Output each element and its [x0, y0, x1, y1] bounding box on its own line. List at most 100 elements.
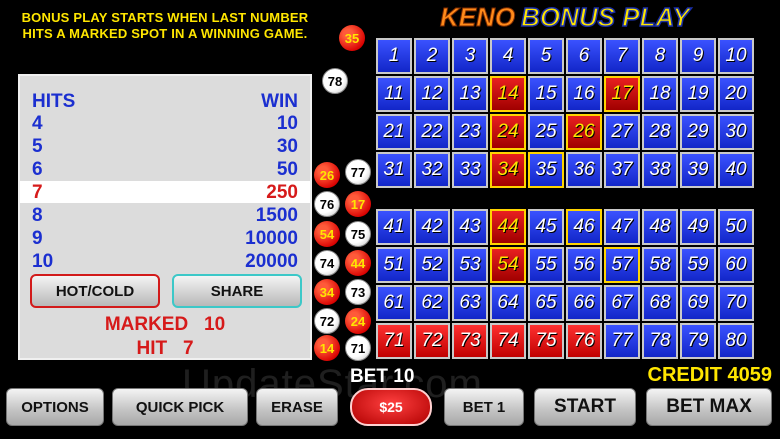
- keno-cell-79[interactable]: 79: [680, 323, 716, 359]
- keno-cell-67[interactable]: 67: [604, 285, 640, 321]
- keno-cell-43[interactable]: 43: [452, 209, 488, 245]
- keno-cell-19[interactable]: 19: [680, 76, 716, 112]
- keno-cell-30[interactable]: 30: [718, 114, 754, 150]
- keno-cell-41[interactable]: 41: [376, 209, 412, 245]
- keno-cell-53[interactable]: 53: [452, 247, 488, 283]
- start-button[interactable]: START: [534, 388, 636, 426]
- keno-cell-5[interactable]: 5: [528, 38, 564, 74]
- erase-button[interactable]: ERASE: [256, 388, 338, 426]
- drawn-ball: 74: [314, 250, 340, 276]
- keno-cell-32[interactable]: 32: [414, 152, 450, 188]
- keno-cell-9[interactable]: 9: [680, 38, 716, 74]
- keno-cell-69[interactable]: 69: [680, 285, 716, 321]
- keno-cell-33[interactable]: 33: [452, 152, 488, 188]
- keno-cell-40[interactable]: 40: [718, 152, 754, 188]
- bonus-message: BONUS PLAY STARTS WHEN LAST NUMBER HITS …: [21, 10, 309, 41]
- hits-header: HITS: [32, 91, 76, 112]
- keno-cell-74[interactable]: 74: [490, 323, 526, 359]
- keno-cell-1[interactable]: 1: [376, 38, 412, 74]
- keno-cell-20[interactable]: 20: [718, 76, 754, 112]
- keno-cell-21[interactable]: 21: [376, 114, 412, 150]
- keno-cell-56[interactable]: 56: [566, 247, 602, 283]
- keno-cell-76[interactable]: 76: [566, 323, 602, 359]
- keno-cell-28[interactable]: 28: [642, 114, 678, 150]
- keno-cell-25[interactable]: 25: [528, 114, 564, 150]
- hot-cold-button[interactable]: HOT/COLD: [30, 274, 160, 308]
- keno-cell-4[interactable]: 4: [490, 38, 526, 74]
- keno-cell-16[interactable]: 16: [566, 76, 602, 112]
- keno-cell-72[interactable]: 72: [414, 323, 450, 359]
- options-button[interactable]: OPTIONS: [6, 388, 104, 426]
- drawn-ball: 44: [345, 250, 371, 276]
- keno-cell-27[interactable]: 27: [604, 114, 640, 150]
- keno-cell-31[interactable]: 31: [376, 152, 412, 188]
- share-button[interactable]: SHARE: [172, 274, 302, 308]
- keno-cell-64[interactable]: 64: [490, 285, 526, 321]
- keno-cell-54[interactable]: 54: [490, 247, 526, 283]
- keno-cell-46[interactable]: 46: [566, 209, 602, 245]
- keno-cell-23[interactable]: 23: [452, 114, 488, 150]
- keno-cell-66[interactable]: 66: [566, 285, 602, 321]
- keno-cell-6[interactable]: 6: [566, 38, 602, 74]
- keno-cell-45[interactable]: 45: [528, 209, 564, 245]
- keno-cell-8[interactable]: 8: [642, 38, 678, 74]
- keno-cell-75[interactable]: 75: [528, 323, 564, 359]
- keno-cell-24[interactable]: 24: [490, 114, 526, 150]
- keno-cell-60[interactable]: 60: [718, 247, 754, 283]
- keno-cell-62[interactable]: 62: [414, 285, 450, 321]
- paytable-row: 9 10000: [20, 227, 310, 249]
- drawn-ball: 14: [314, 335, 340, 361]
- keno-cell-49[interactable]: 49: [680, 209, 716, 245]
- denomination-button[interactable]: $25: [350, 388, 432, 426]
- keno-cell-51[interactable]: 51: [376, 247, 412, 283]
- keno-cell-37[interactable]: 37: [604, 152, 640, 188]
- drawn-ball: 24: [345, 308, 371, 334]
- keno-cell-10[interactable]: 10: [718, 38, 754, 74]
- paytable-hits: 5: [32, 136, 43, 157]
- keno-cell-48[interactable]: 48: [642, 209, 678, 245]
- keno-cell-47[interactable]: 47: [604, 209, 640, 245]
- keno-cell-38[interactable]: 38: [642, 152, 678, 188]
- keno-cell-68[interactable]: 68: [642, 285, 678, 321]
- keno-cell-42[interactable]: 42: [414, 209, 450, 245]
- bet-one-button[interactable]: BET 1: [444, 388, 524, 426]
- keno-cell-7[interactable]: 7: [604, 38, 640, 74]
- keno-cell-59[interactable]: 59: [680, 247, 716, 283]
- keno-cell-29[interactable]: 29: [680, 114, 716, 150]
- keno-cell-12[interactable]: 12: [414, 76, 450, 112]
- keno-cell-44[interactable]: 44: [490, 209, 526, 245]
- drawn-ball: 17: [345, 191, 371, 217]
- keno-cell-58[interactable]: 58: [642, 247, 678, 283]
- paytable-win: 30: [276, 136, 298, 157]
- keno-cell-61[interactable]: 61: [376, 285, 412, 321]
- keno-cell-15[interactable]: 15: [528, 76, 564, 112]
- keno-cell-22[interactable]: 22: [414, 114, 450, 150]
- keno-cell-18[interactable]: 18: [642, 76, 678, 112]
- quick-pick-button[interactable]: QUICK PICK: [112, 388, 248, 426]
- bet-max-button[interactable]: BET MAX: [646, 388, 772, 426]
- keno-cell-70[interactable]: 70: [718, 285, 754, 321]
- keno-cell-80[interactable]: 80: [718, 323, 754, 359]
- keno-cell-11[interactable]: 11: [376, 76, 412, 112]
- keno-cell-71[interactable]: 71: [376, 323, 412, 359]
- keno-cell-65[interactable]: 65: [528, 285, 564, 321]
- keno-cell-50[interactable]: 50: [718, 209, 754, 245]
- keno-cell-2[interactable]: 2: [414, 38, 450, 74]
- keno-cell-73[interactable]: 73: [452, 323, 488, 359]
- keno-cell-13[interactable]: 13: [452, 76, 488, 112]
- keno-cell-17[interactable]: 17: [604, 76, 640, 112]
- keno-cell-39[interactable]: 39: [680, 152, 716, 188]
- keno-cell-3[interactable]: 3: [452, 38, 488, 74]
- keno-cell-26[interactable]: 26: [566, 114, 602, 150]
- keno-cell-77[interactable]: 77: [604, 323, 640, 359]
- keno-cell-34[interactable]: 34: [490, 152, 526, 188]
- keno-cell-14[interactable]: 14: [490, 76, 526, 112]
- keno-cell-52[interactable]: 52: [414, 247, 450, 283]
- keno-cell-78[interactable]: 78: [642, 323, 678, 359]
- keno-cell-36[interactable]: 36: [566, 152, 602, 188]
- keno-cell-57[interactable]: 57: [604, 247, 640, 283]
- hit-stat: HIT 7: [20, 338, 310, 360]
- keno-cell-63[interactable]: 63: [452, 285, 488, 321]
- keno-cell-55[interactable]: 55: [528, 247, 564, 283]
- keno-cell-35[interactable]: 35: [528, 152, 564, 188]
